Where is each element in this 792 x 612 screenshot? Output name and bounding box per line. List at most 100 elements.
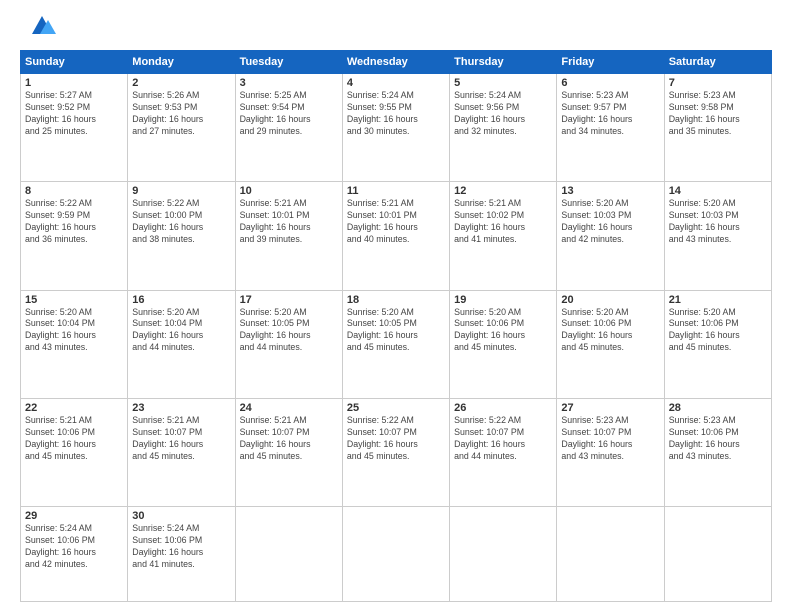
day-info: Sunrise: 5:20 AM Sunset: 10:03 PM Daylig… <box>669 198 767 246</box>
day-cell: 11Sunrise: 5:21 AM Sunset: 10:01 PM Dayl… <box>342 182 449 290</box>
day-cell <box>450 507 557 602</box>
day-number: 14 <box>669 185 767 197</box>
day-number: 3 <box>240 77 338 89</box>
day-info: Sunrise: 5:20 AM Sunset: 10:05 PM Daylig… <box>240 307 338 355</box>
day-cell: 17Sunrise: 5:20 AM Sunset: 10:05 PM Dayl… <box>235 290 342 398</box>
week-row-1: 1Sunrise: 5:27 AM Sunset: 9:52 PM Daylig… <box>21 74 772 182</box>
day-cell: 3Sunrise: 5:25 AM Sunset: 9:54 PM Daylig… <box>235 74 342 182</box>
day-cell: 25Sunrise: 5:22 AM Sunset: 10:07 PM Dayl… <box>342 398 449 506</box>
weekday-sunday: Sunday <box>21 51 128 74</box>
day-cell <box>664 507 771 602</box>
weekday-thursday: Thursday <box>450 51 557 74</box>
day-cell: 29Sunrise: 5:24 AM Sunset: 10:06 PM Dayl… <box>21 507 128 602</box>
day-info: Sunrise: 5:21 AM Sunset: 10:01 PM Daylig… <box>347 198 445 246</box>
day-number: 25 <box>347 402 445 414</box>
day-number: 24 <box>240 402 338 414</box>
day-cell: 9Sunrise: 5:22 AM Sunset: 10:00 PM Dayli… <box>128 182 235 290</box>
day-info: Sunrise: 5:20 AM Sunset: 10:05 PM Daylig… <box>347 307 445 355</box>
day-number: 13 <box>561 185 659 197</box>
day-cell: 2Sunrise: 5:26 AM Sunset: 9:53 PM Daylig… <box>128 74 235 182</box>
day-info: Sunrise: 5:23 AM Sunset: 10:06 PM Daylig… <box>669 415 767 463</box>
calendar: SundayMondayTuesdayWednesdayThursdayFrid… <box>20 50 772 602</box>
day-cell: 19Sunrise: 5:20 AM Sunset: 10:06 PM Dayl… <box>450 290 557 398</box>
day-info: Sunrise: 5:20 AM Sunset: 10:06 PM Daylig… <box>669 307 767 355</box>
weekday-friday: Friday <box>557 51 664 74</box>
week-row-2: 8Sunrise: 5:22 AM Sunset: 9:59 PM Daylig… <box>21 182 772 290</box>
page: SundayMondayTuesdayWednesdayThursdayFrid… <box>0 0 792 612</box>
day-number: 10 <box>240 185 338 197</box>
week-row-3: 15Sunrise: 5:20 AM Sunset: 10:04 PM Dayl… <box>21 290 772 398</box>
day-cell: 15Sunrise: 5:20 AM Sunset: 10:04 PM Dayl… <box>21 290 128 398</box>
day-cell: 14Sunrise: 5:20 AM Sunset: 10:03 PM Dayl… <box>664 182 771 290</box>
day-cell: 18Sunrise: 5:20 AM Sunset: 10:05 PM Dayl… <box>342 290 449 398</box>
day-cell: 21Sunrise: 5:20 AM Sunset: 10:06 PM Dayl… <box>664 290 771 398</box>
day-cell: 24Sunrise: 5:21 AM Sunset: 10:07 PM Dayl… <box>235 398 342 506</box>
day-info: Sunrise: 5:20 AM Sunset: 10:04 PM Daylig… <box>25 307 123 355</box>
day-cell: 26Sunrise: 5:22 AM Sunset: 10:07 PM Dayl… <box>450 398 557 506</box>
day-number: 20 <box>561 294 659 306</box>
day-cell: 8Sunrise: 5:22 AM Sunset: 9:59 PM Daylig… <box>21 182 128 290</box>
day-cell: 7Sunrise: 5:23 AM Sunset: 9:58 PM Daylig… <box>664 74 771 182</box>
day-number: 30 <box>132 510 230 522</box>
weekday-header-row: SundayMondayTuesdayWednesdayThursdayFrid… <box>21 51 772 74</box>
day-number: 19 <box>454 294 552 306</box>
day-cell: 4Sunrise: 5:24 AM Sunset: 9:55 PM Daylig… <box>342 74 449 182</box>
day-number: 1 <box>25 77 123 89</box>
day-info: Sunrise: 5:23 AM Sunset: 10:07 PM Daylig… <box>561 415 659 463</box>
day-info: Sunrise: 5:25 AM Sunset: 9:54 PM Dayligh… <box>240 90 338 138</box>
day-cell: 5Sunrise: 5:24 AM Sunset: 9:56 PM Daylig… <box>450 74 557 182</box>
day-info: Sunrise: 5:20 AM Sunset: 10:06 PM Daylig… <box>561 307 659 355</box>
day-info: Sunrise: 5:20 AM Sunset: 10:04 PM Daylig… <box>132 307 230 355</box>
weekday-tuesday: Tuesday <box>235 51 342 74</box>
day-number: 11 <box>347 185 445 197</box>
day-number: 2 <box>132 77 230 89</box>
day-cell: 27Sunrise: 5:23 AM Sunset: 10:07 PM Dayl… <box>557 398 664 506</box>
day-cell: 10Sunrise: 5:21 AM Sunset: 10:01 PM Dayl… <box>235 182 342 290</box>
day-cell: 28Sunrise: 5:23 AM Sunset: 10:06 PM Dayl… <box>664 398 771 506</box>
day-number: 17 <box>240 294 338 306</box>
day-info: Sunrise: 5:23 AM Sunset: 9:57 PM Dayligh… <box>561 90 659 138</box>
day-info: Sunrise: 5:22 AM Sunset: 10:00 PM Daylig… <box>132 198 230 246</box>
day-number: 26 <box>454 402 552 414</box>
weekday-wednesday: Wednesday <box>342 51 449 74</box>
day-number: 8 <box>25 185 123 197</box>
day-info: Sunrise: 5:27 AM Sunset: 9:52 PM Dayligh… <box>25 90 123 138</box>
day-number: 28 <box>669 402 767 414</box>
day-cell: 23Sunrise: 5:21 AM Sunset: 10:07 PM Dayl… <box>128 398 235 506</box>
day-cell: 22Sunrise: 5:21 AM Sunset: 10:06 PM Dayl… <box>21 398 128 506</box>
day-number: 9 <box>132 185 230 197</box>
day-number: 21 <box>669 294 767 306</box>
day-info: Sunrise: 5:23 AM Sunset: 9:58 PM Dayligh… <box>669 90 767 138</box>
day-info: Sunrise: 5:24 AM Sunset: 9:55 PM Dayligh… <box>347 90 445 138</box>
day-info: Sunrise: 5:22 AM Sunset: 9:59 PM Dayligh… <box>25 198 123 246</box>
day-info: Sunrise: 5:24 AM Sunset: 9:56 PM Dayligh… <box>454 90 552 138</box>
day-cell: 16Sunrise: 5:20 AM Sunset: 10:04 PM Dayl… <box>128 290 235 398</box>
day-info: Sunrise: 5:21 AM Sunset: 10:07 PM Daylig… <box>132 415 230 463</box>
day-number: 7 <box>669 77 767 89</box>
day-info: Sunrise: 5:24 AM Sunset: 10:06 PM Daylig… <box>132 523 230 571</box>
day-cell <box>557 507 664 602</box>
day-cell: 13Sunrise: 5:20 AM Sunset: 10:03 PM Dayl… <box>557 182 664 290</box>
day-info: Sunrise: 5:21 AM Sunset: 10:02 PM Daylig… <box>454 198 552 246</box>
day-cell: 30Sunrise: 5:24 AM Sunset: 10:06 PM Dayl… <box>128 507 235 602</box>
weekday-saturday: Saturday <box>664 51 771 74</box>
logo <box>20 18 58 44</box>
day-info: Sunrise: 5:20 AM Sunset: 10:06 PM Daylig… <box>454 307 552 355</box>
day-number: 27 <box>561 402 659 414</box>
day-info: Sunrise: 5:20 AM Sunset: 10:03 PM Daylig… <box>561 198 659 246</box>
day-number: 5 <box>454 77 552 89</box>
day-number: 4 <box>347 77 445 89</box>
week-row-4: 22Sunrise: 5:21 AM Sunset: 10:06 PM Dayl… <box>21 398 772 506</box>
day-number: 22 <box>25 402 123 414</box>
day-cell: 12Sunrise: 5:21 AM Sunset: 10:02 PM Dayl… <box>450 182 557 290</box>
weekday-monday: Monday <box>128 51 235 74</box>
header <box>20 18 772 44</box>
day-number: 18 <box>347 294 445 306</box>
day-number: 6 <box>561 77 659 89</box>
day-info: Sunrise: 5:24 AM Sunset: 10:06 PM Daylig… <box>25 523 123 571</box>
day-info: Sunrise: 5:22 AM Sunset: 10:07 PM Daylig… <box>347 415 445 463</box>
day-info: Sunrise: 5:22 AM Sunset: 10:07 PM Daylig… <box>454 415 552 463</box>
day-number: 12 <box>454 185 552 197</box>
day-number: 23 <box>132 402 230 414</box>
day-number: 29 <box>25 510 123 522</box>
